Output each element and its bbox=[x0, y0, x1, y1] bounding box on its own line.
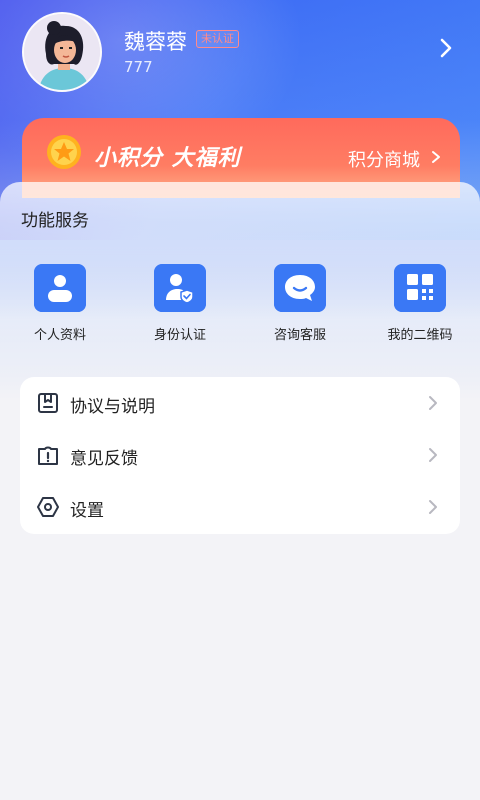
service-customer-support[interactable]: 咨询客服 bbox=[250, 264, 350, 344]
user-name: 魏蓉蓉 bbox=[124, 30, 187, 54]
user-id: 777 bbox=[124, 58, 153, 76]
document-icon bbox=[38, 393, 58, 413]
points-mall-link[interactable]: 积分商城 bbox=[348, 146, 420, 172]
chevron-right-icon bbox=[432, 151, 440, 163]
chevron-right-icon[interactable] bbox=[436, 36, 456, 60]
service-label: 个人资料 bbox=[33, 328, 86, 343]
id-verify-icon bbox=[154, 264, 206, 312]
settings-icon bbox=[37, 497, 59, 517]
menu-item-settings[interactable]: 设置 bbox=[20, 481, 460, 533]
service-id-verify[interactable]: 身份认证 bbox=[130, 264, 230, 344]
service-label: 咨询客服 bbox=[273, 328, 326, 343]
profile-icon bbox=[34, 264, 86, 312]
qrcode-icon bbox=[394, 264, 446, 312]
menu-label: 意见反馈 bbox=[70, 449, 138, 469]
avatar[interactable] bbox=[22, 12, 102, 92]
chevron-right-icon bbox=[429, 448, 437, 462]
verification-status-badge: 未认证 bbox=[196, 30, 239, 48]
menu-item-feedback[interactable]: 意见反馈 bbox=[20, 429, 460, 481]
chevron-right-icon bbox=[429, 500, 437, 514]
avatar-illustration bbox=[24, 14, 100, 90]
menu-label: 设置 bbox=[70, 501, 104, 521]
chevron-right-icon bbox=[429, 396, 437, 410]
feedback-icon bbox=[38, 446, 58, 465]
service-label: 我的二维码 bbox=[387, 328, 453, 343]
profile-header[interactable]: 魏蓉蓉 未认证 777 bbox=[0, 0, 480, 110]
services-title: 功能服务 bbox=[21, 211, 89, 231]
menu-label: 协议与说明 bbox=[70, 397, 155, 417]
chat-icon bbox=[274, 264, 326, 312]
service-label: 身份认证 bbox=[153, 328, 206, 343]
banner-title: 小积分 大福利 bbox=[94, 146, 241, 171]
service-my-qrcode[interactable]: 我的二维码 bbox=[370, 264, 470, 344]
service-profile[interactable]: 个人资料 bbox=[10, 264, 110, 344]
menu-list: 协议与说明 意见反馈 设置 bbox=[20, 377, 460, 534]
services-panel: 功能服务 个人资料 身份认证 咨询客服 我的二维码 bbox=[0, 182, 480, 382]
coin-icon bbox=[47, 135, 81, 169]
menu-item-agreements[interactable]: 协议与说明 bbox=[20, 377, 460, 429]
